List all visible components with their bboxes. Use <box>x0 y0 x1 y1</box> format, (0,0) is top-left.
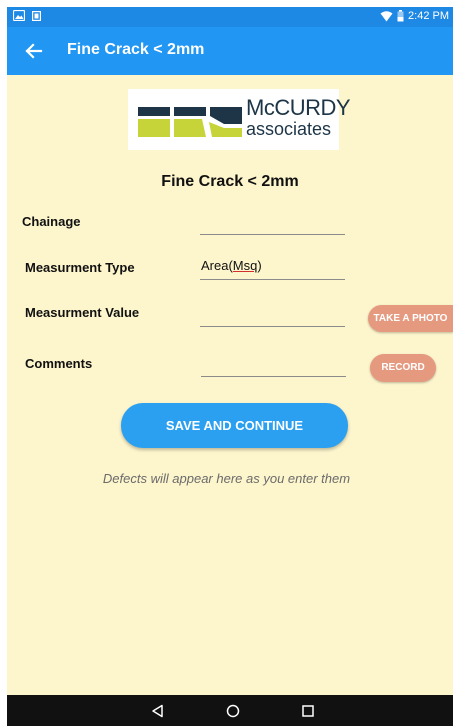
logo-mark-icon <box>138 107 242 137</box>
gallery-icon <box>13 10 25 21</box>
app-bar-title: Fine Crack < 2mm <box>67 41 205 58</box>
wifi-icon <box>380 10 393 21</box>
app-bar: Fine Crack < 2mm <box>7 27 453 75</box>
record-button[interactable]: RECORD <box>370 354 436 382</box>
measurement-type-value-suffix: ) <box>257 258 262 273</box>
measurement-value-label: Measurment Value <box>25 305 140 320</box>
measurement-value-input[interactable] <box>200 303 345 327</box>
measurement-type-value-unit: Msq <box>232 258 258 273</box>
defects-empty-hint: Defects will appear here as you enter th… <box>102 471 351 486</box>
measurement-type-field[interactable]: Area(Msq) <box>200 256 345 280</box>
chainage-label: Chainage <box>22 214 81 229</box>
page-heading: Fine Crack < 2mm <box>161 173 299 190</box>
arrow-left-icon[interactable] <box>21 38 47 64</box>
back-triangle-icon[interactable] <box>151 704 165 718</box>
system-nav-bar <box>7 695 453 726</box>
chainage-input[interactable] <box>200 211 345 235</box>
notification-square-icon <box>32 10 41 21</box>
take-photo-button[interactable]: TAKE A PHOTO <box>368 305 453 332</box>
app-screen: 2:42 PM Fine Crack < 2mm McCURDY associa… <box>7 7 453 726</box>
comments-input[interactable] <box>201 353 346 377</box>
status-right-icons: 2:42 PM <box>380 10 449 22</box>
measurement-type-label: Measurment Type <box>25 260 135 275</box>
save-and-continue-button[interactable]: SAVE AND CONTINUE <box>121 403 348 448</box>
measurement-type-value-prefix: Area( <box>201 258 233 273</box>
status-left-icons <box>13 10 41 21</box>
logo-text-line2: associates <box>246 119 332 139</box>
company-logo: McCURDY associates <box>128 89 351 150</box>
comments-label: Comments <box>25 356 93 371</box>
logo-text-line1: McCURDY <box>246 95 351 120</box>
logo-wordmark: McCURDY associates <box>246 95 351 139</box>
battery-icon <box>397 10 404 22</box>
status-bar: 2:42 PM <box>7 7 453 27</box>
home-circle-icon[interactable] <box>226 704 240 718</box>
status-time: 2:42 PM <box>408 10 449 22</box>
recents-square-icon[interactable] <box>301 704 315 718</box>
